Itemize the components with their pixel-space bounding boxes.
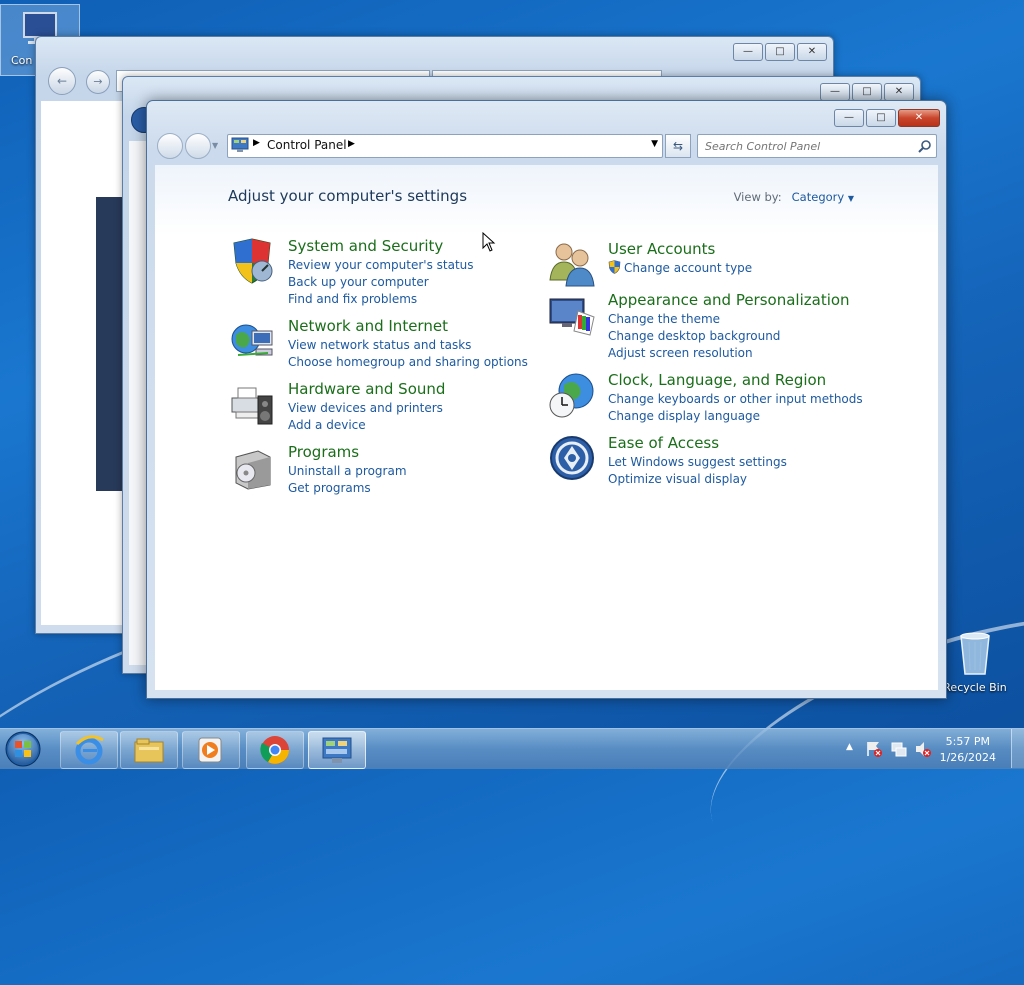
taskbar-chrome[interactable] bbox=[246, 731, 304, 769]
category-link[interactable]: Change display language bbox=[608, 408, 863, 425]
category-link[interactable]: Change keyboards or other input methods bbox=[608, 391, 863, 408]
maximize-button[interactable]: □ bbox=[866, 109, 896, 127]
search-input[interactable] bbox=[703, 135, 912, 157]
category-link[interactable]: Add a device bbox=[288, 417, 445, 434]
show-hidden-icons-icon[interactable]: ▲ bbox=[846, 742, 853, 752]
category-title[interactable]: Ease of Access bbox=[608, 434, 787, 453]
mouse-cursor-icon bbox=[482, 232, 496, 252]
internet-explorer-icon bbox=[75, 735, 104, 765]
chevron-down-icon: ▼ bbox=[847, 194, 854, 203]
show-desktop-button[interactable] bbox=[1011, 729, 1024, 768]
category-title[interactable]: Hardware and Sound bbox=[288, 380, 445, 399]
category-link[interactable]: Change desktop background bbox=[608, 328, 850, 345]
page-title: Adjust your computer's settings bbox=[228, 187, 468, 205]
shield-icon[interactable] bbox=[228, 237, 276, 285]
volume-muted-icon[interactable] bbox=[914, 740, 932, 758]
printer-speaker-icon[interactable] bbox=[228, 380, 276, 428]
view-by-label: View by: bbox=[733, 190, 782, 204]
category-link[interactable]: Get programs bbox=[288, 480, 407, 497]
minimize-button[interactable]: — bbox=[834, 109, 864, 127]
category-link[interactable]: Let Windows suggest settings bbox=[608, 454, 787, 471]
refresh-button[interactable]: ⇆ bbox=[665, 134, 691, 158]
programs-box-icon[interactable] bbox=[228, 443, 276, 491]
category-link[interactable]: Find and fix problems bbox=[288, 291, 474, 308]
desktop-icon-recycle-bin[interactable]: Recycle Bin bbox=[937, 630, 1013, 694]
taskbar-clock[interactable]: 5:57 PM 1/26/2024 bbox=[940, 734, 996, 766]
category-title[interactable]: Clock, Language, and Region bbox=[608, 371, 863, 390]
minimize-button[interactable]: — bbox=[733, 43, 763, 61]
back-button[interactable] bbox=[157, 133, 183, 159]
breadcrumb-control-panel[interactable]: Control Panel bbox=[267, 138, 347, 152]
close-button[interactable]: ✕ bbox=[884, 83, 914, 101]
category-link[interactable]: View network status and tasks bbox=[288, 337, 528, 354]
category-link[interactable]: Choose homegroup and sharing options bbox=[288, 354, 528, 371]
control-panel-window[interactable]: — □ ✕ ▼ ▶ Control Panel ▶ ▼ ⇆ Adjust you… bbox=[146, 100, 947, 699]
media-player-icon bbox=[198, 737, 222, 763]
category-link-text: Change account type bbox=[624, 261, 753, 275]
forward-button[interactable]: → bbox=[86, 70, 110, 94]
address-bar[interactable]: ▶ Control Panel ▶ ▼ bbox=[227, 134, 663, 158]
users-icon[interactable] bbox=[548, 240, 596, 288]
breadcrumb-separator-icon: ▶ bbox=[253, 138, 260, 148]
back-button[interactable]: ← bbox=[48, 67, 76, 95]
chrome-icon bbox=[260, 736, 289, 764]
network-icon[interactable] bbox=[890, 740, 908, 758]
category-title[interactable]: Network and Internet bbox=[288, 317, 528, 336]
uac-shield-icon bbox=[608, 260, 621, 274]
maximize-button[interactable]: □ bbox=[852, 83, 882, 101]
category-title[interactable]: Appearance and Personalization bbox=[608, 291, 850, 310]
view-by-dropdown[interactable]: Category ▼ bbox=[792, 190, 854, 204]
control-panel-icon bbox=[231, 137, 249, 152]
category-title[interactable]: User Accounts bbox=[608, 240, 752, 259]
close-button[interactable]: ✕ bbox=[898, 109, 940, 127]
taskbar-media-player[interactable] bbox=[182, 731, 240, 769]
control-panel-content: Adjust your computer's settings View by:… bbox=[155, 165, 938, 690]
view-by: View by: Category ▼ bbox=[734, 190, 854, 204]
category-title[interactable]: System and Security bbox=[288, 237, 474, 256]
close-button[interactable]: ✕ bbox=[797, 43, 827, 61]
taskbar-control-panel[interactable] bbox=[308, 731, 366, 769]
category-title[interactable]: Programs bbox=[288, 443, 407, 462]
category-link[interactable]: Change the theme bbox=[608, 311, 850, 328]
action-center-icon[interactable] bbox=[865, 740, 883, 758]
monitor-palette-icon[interactable] bbox=[548, 291, 596, 339]
taskbar-file-explorer[interactable] bbox=[120, 731, 178, 769]
category-link[interactable]: Uninstall a program bbox=[288, 463, 407, 480]
category-link[interactable]: Back up your computer bbox=[288, 274, 474, 291]
clock-time: 5:57 PM bbox=[945, 735, 990, 748]
category-link[interactable]: Optimize visual display bbox=[608, 471, 787, 488]
control-panel-icon bbox=[322, 737, 352, 763]
maximize-button[interactable]: □ bbox=[765, 43, 795, 61]
category-link[interactable]: View devices and printers bbox=[288, 400, 445, 417]
search-box[interactable] bbox=[697, 134, 937, 158]
minimize-button[interactable]: — bbox=[820, 83, 850, 101]
view-by-value: Category bbox=[791, 190, 845, 204]
breadcrumb-chevron-icon[interactable]: ▶ bbox=[348, 139, 355, 149]
network-globe-icon[interactable] bbox=[228, 317, 276, 365]
start-orb-icon bbox=[5, 731, 41, 767]
start-button[interactable] bbox=[4, 730, 44, 768]
category-link[interactable]: Change account type bbox=[608, 260, 752, 277]
address-dropdown-icon[interactable]: ▼ bbox=[651, 139, 658, 149]
recycle-bin-icon bbox=[960, 632, 990, 675]
recycle-bin-label: Recycle Bin bbox=[943, 681, 1007, 694]
category-link[interactable]: Adjust screen resolution bbox=[608, 345, 850, 362]
clock-date: 1/26/2024 bbox=[939, 751, 996, 764]
category-link[interactable]: Review your computer's status bbox=[288, 257, 474, 274]
taskbar: ▲ 5:57 PM 1/26/2024 bbox=[0, 728, 1024, 769]
recent-pages-dropdown[interactable]: ▼ bbox=[212, 141, 218, 150]
forward-button[interactable] bbox=[185, 133, 211, 159]
accessibility-icon[interactable] bbox=[548, 434, 596, 482]
search-icon[interactable] bbox=[918, 139, 932, 153]
globe-clock-icon[interactable] bbox=[548, 371, 596, 419]
file-explorer-icon bbox=[134, 738, 164, 763]
taskbar-internet-explorer[interactable] bbox=[60, 731, 118, 769]
